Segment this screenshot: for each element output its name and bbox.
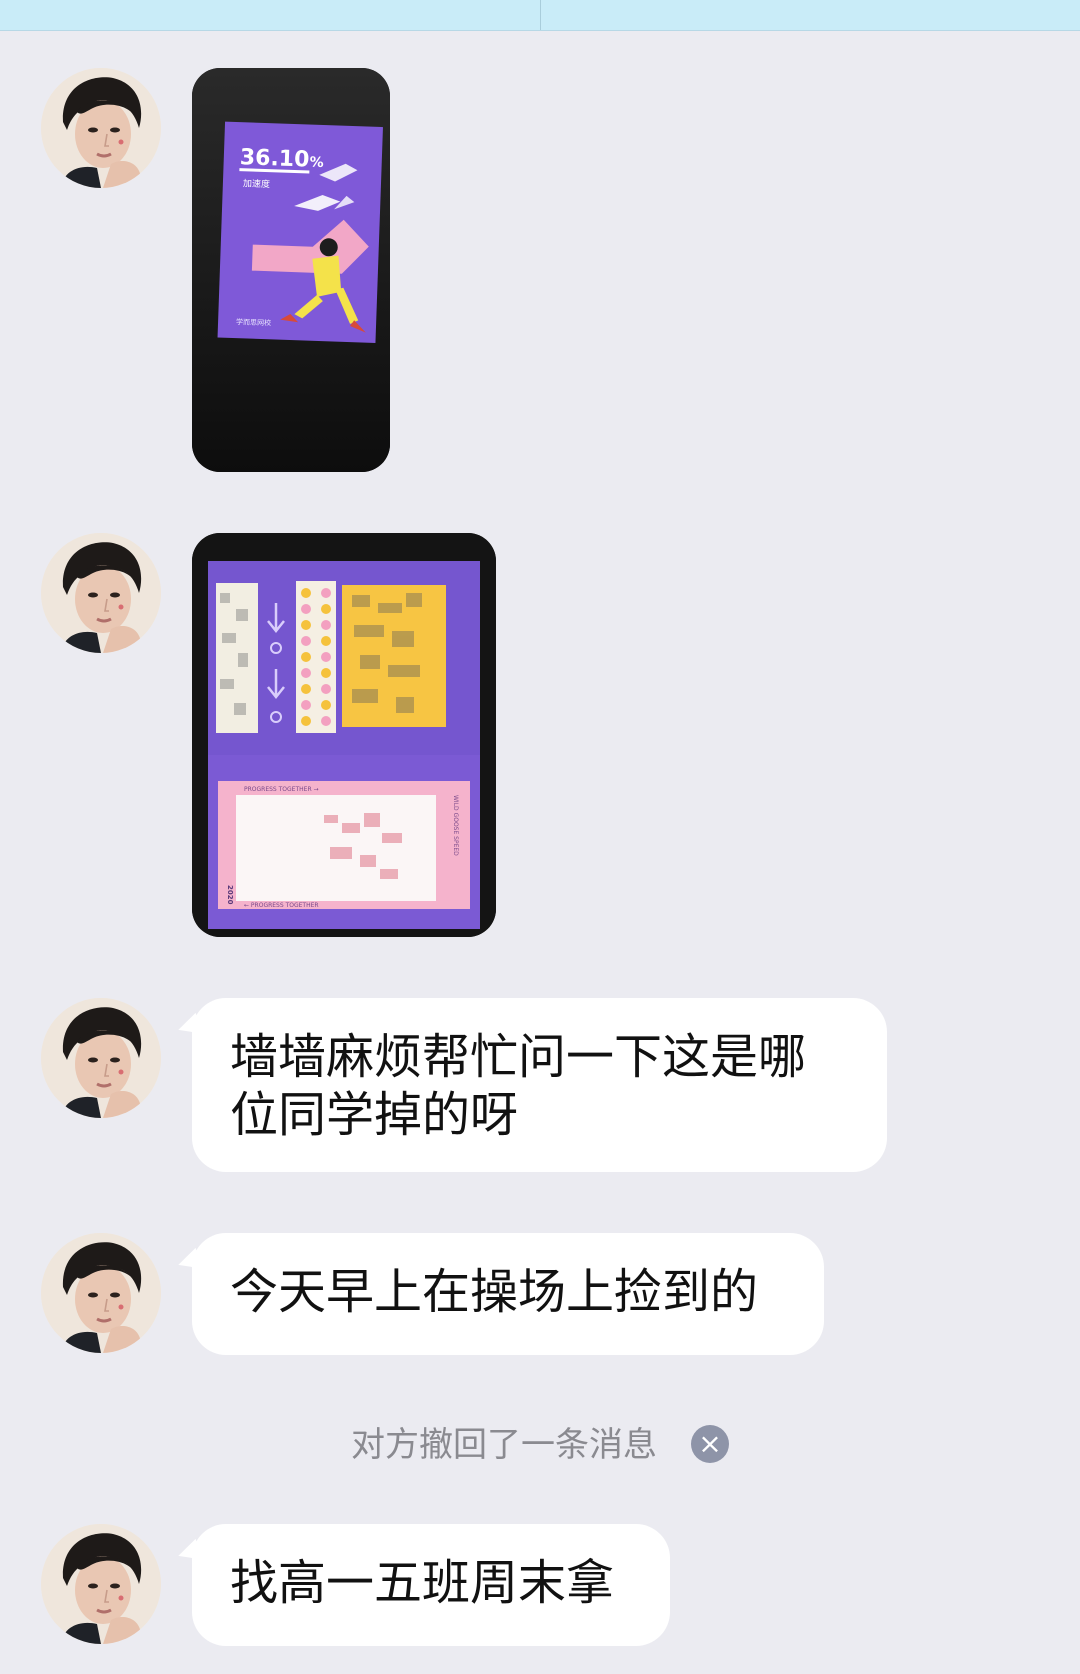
top-status-bar xyxy=(0,0,1080,31)
text-message-bubble[interactable]: 今天早上在操场上捡到的 xyxy=(192,1233,824,1355)
recall-notice-text: 对方撤回了一条消息 xyxy=(351,1425,657,1465)
notebook-side-text: WILD GOOSE SPEED xyxy=(452,795,459,856)
message-text: 找高一五班周末拿 xyxy=(230,1555,615,1611)
cover-footer: 学而思网校 xyxy=(236,317,271,327)
image-message-open-notebook[interactable]: PROGRESS TOGETHER → ← PROGRESS TOGETHER … xyxy=(192,533,496,937)
text-message-bubble[interactable]: 墙墙麻烦帮忙问一下这是哪位同学掉的呀 xyxy=(192,998,887,1172)
notebook-banner-bottom: ← PROGRESS TOGETHER xyxy=(244,902,319,909)
cover-number: 36.10 xyxy=(239,145,309,172)
notebook-banner-top: PROGRESS TOGETHER → xyxy=(244,786,319,793)
message-text: 今天早上在操场上捡到的 xyxy=(230,1264,759,1320)
avatar[interactable] xyxy=(41,1524,161,1644)
avatar[interactable] xyxy=(41,998,161,1118)
image-message-notebook[interactable]: 36.10 % 加速度 学而思网校 xyxy=(192,68,390,472)
text-message-bubble[interactable]: 找高一五班周末拿 xyxy=(192,1524,670,1646)
notebook-year: 2020 xyxy=(226,885,234,905)
avatar[interactable] xyxy=(41,1233,161,1353)
close-icon[interactable]: × xyxy=(691,1424,729,1463)
cover-subtitle: 加速度 xyxy=(243,177,270,190)
top-bar-divider xyxy=(540,0,541,30)
avatar[interactable] xyxy=(41,68,161,188)
message-text: 墙墙麻烦帮忙问一下这是哪位同学掉的呀 xyxy=(230,1029,807,1143)
recall-notice: 对方撤回了一条消息 × xyxy=(0,1420,1080,1470)
cover-percent: % xyxy=(309,155,324,171)
avatar[interactable] xyxy=(41,533,161,653)
